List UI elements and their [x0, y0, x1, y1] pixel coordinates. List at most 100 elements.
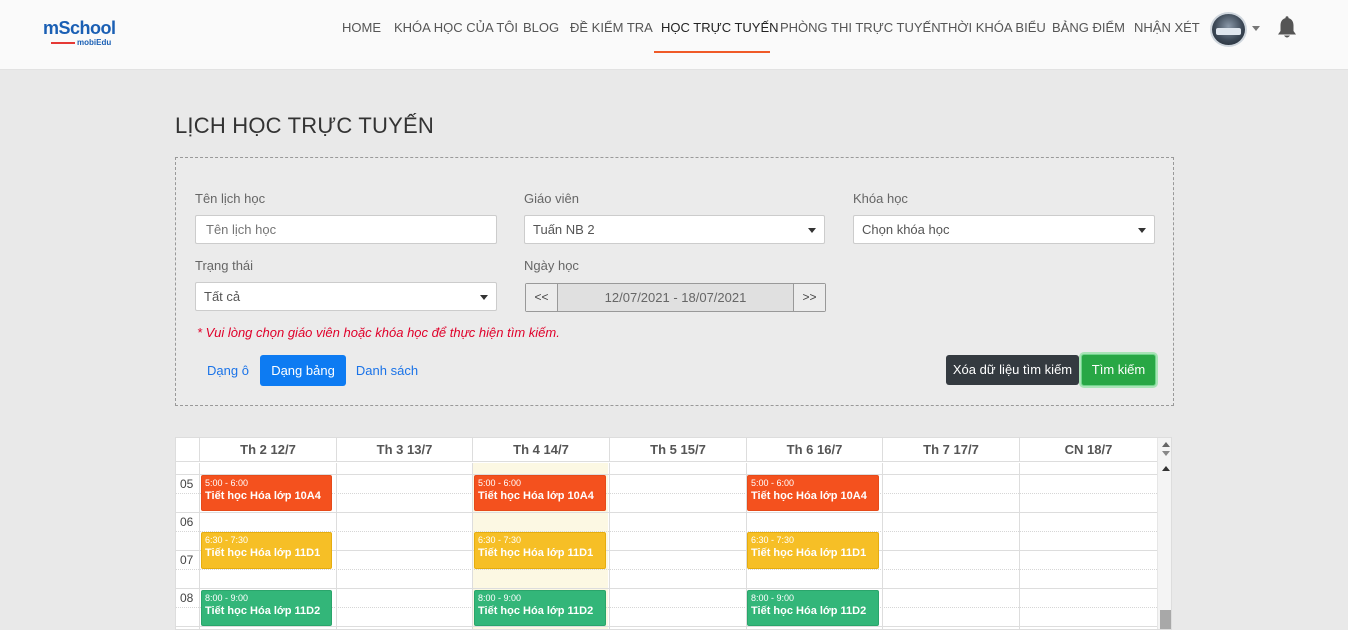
nav-tests[interactable]: ĐỀ KIỂM TRA [570, 20, 653, 35]
mschool-logo[interactable]: mSchool mobiEdu [43, 18, 125, 48]
day-header-tue: Th 3 13/7 [336, 438, 472, 462]
top-header: mSchool mobiEdu HOME KHÓA HỌC CỦA TÔI BL… [0, 0, 1348, 70]
search-warning: * Vui lòng chọn giáo viên hoặc khóa học … [197, 325, 560, 340]
caret-down-icon [480, 295, 488, 300]
prev-week-button[interactable]: << [526, 284, 558, 311]
day-header-thu: Th 5 15/7 [609, 438, 746, 462]
date-range-value[interactable]: 12/07/2021 - 18/07/2021 [558, 284, 793, 311]
calendar-event[interactable]: 8:00 - 9:00 Tiết học Hóa lớp 11D2 [201, 590, 332, 626]
weekly-calendar: Th 2 12/7 Th 3 13/7 Th 4 14/7 Th 5 15/7 … [175, 437, 1172, 630]
event-time: 5:00 - 6:00 [205, 478, 249, 488]
logo-subtext: mobiEdu [77, 38, 112, 47]
scroll-down-icon[interactable] [1162, 451, 1170, 456]
status-label: Trạng thái [195, 258, 254, 273]
calendar-event[interactable]: 5:00 - 6:00 Tiết học Hóa lớp 10A4 [747, 475, 879, 511]
list-view-button[interactable]: Danh sách [350, 355, 424, 386]
calendar-event[interactable]: 6:30 - 7:30 Tiết học Hóa lớp 11D1 [201, 532, 332, 569]
calendar-event[interactable]: 8:00 - 9:00 Tiết học Hóa lớp 11D2 [474, 590, 606, 626]
status-select-value: Tất cả [204, 289, 241, 304]
scrollbar-thumb[interactable] [1160, 610, 1171, 629]
day-header-fri: Th 6 16/7 [746, 438, 882, 462]
event-title: Tiết học Hóa lớp 11D1 [478, 547, 594, 559]
event-time: 6:30 - 7:30 [478, 535, 522, 545]
event-time: 5:00 - 6:00 [478, 478, 522, 488]
column-divider [472, 463, 473, 629]
event-time: 6:30 - 7:30 [205, 535, 249, 545]
logo-text: mSchool [43, 18, 116, 38]
column-divider [609, 463, 610, 629]
event-title: Tiết học Hóa lớp 11D2 [751, 605, 867, 617]
event-time: 6:30 - 7:30 [751, 535, 795, 545]
hour-label: 08 [180, 591, 194, 605]
chevron-down-icon[interactable] [1252, 26, 1260, 31]
hour-line [176, 512, 1157, 513]
schedule-name-label: Tên lịch học [195, 191, 266, 206]
teacher-select[interactable]: Tuấn NB 2 [524, 215, 825, 244]
page-title: LỊCH HỌC TRỰC TUYẾN [175, 113, 434, 138]
event-title: Tiết học Hóa lớp 10A4 [205, 490, 321, 502]
grid-view-button[interactable]: Dạng ô [197, 355, 259, 386]
column-divider [1019, 463, 1020, 629]
calendar-scrollbar[interactable] [1157, 438, 1171, 629]
event-time: 8:00 - 9:00 [205, 593, 249, 603]
calendar-header: Th 2 12/7 Th 3 13/7 Th 4 14/7 Th 5 15/7 … [176, 438, 1157, 462]
status-select[interactable]: Tất cả [195, 282, 497, 311]
course-select[interactable]: Chọn khóa học [853, 215, 1155, 244]
day-header-mon: Th 2 12/7 [199, 438, 336, 462]
hour-label: 06 [180, 515, 194, 529]
nav-my-courses[interactable]: KHÓA HỌC CỦA TÔI [394, 20, 518, 35]
nav-blog[interactable]: BLOG [523, 20, 559, 35]
column-divider [336, 463, 337, 629]
logo-underline [51, 42, 75, 44]
nav-timetable[interactable]: THỜI KHÓA BIỂU [940, 20, 1046, 35]
course-select-value: Chọn khóa học [862, 222, 950, 237]
schedule-name-input[interactable] [195, 215, 497, 244]
column-divider [199, 463, 200, 629]
teacher-label: Giáo viên [524, 191, 579, 206]
clear-search-button[interactable]: Xóa dữ liệu tìm kiếm [946, 355, 1079, 385]
hour-line [176, 588, 1157, 589]
nav-home[interactable]: HOME [342, 20, 381, 35]
event-title: Tiết học Hóa lớp 11D2 [478, 605, 594, 617]
nav-online-exam-room[interactable]: PHÒNG THI TRỰC TUYẾN [780, 20, 941, 35]
calendar-event[interactable]: 8:00 - 9:00 Tiết học Hóa lớp 11D2 [747, 590, 879, 626]
hour-label: 07 [180, 553, 194, 567]
next-week-button[interactable]: >> [793, 284, 825, 311]
event-title: Tiết học Hóa lớp 10A4 [478, 490, 594, 502]
nav-comments[interactable]: NHẬN XÉT [1134, 20, 1200, 35]
teacher-select-value: Tuấn NB 2 [533, 222, 595, 237]
study-date-label: Ngày học [524, 258, 579, 273]
calendar-event[interactable]: 5:00 - 6:00 Tiết học Hóa lớp 10A4 [201, 475, 332, 511]
caret-down-icon [808, 228, 816, 233]
caret-down-icon [1138, 228, 1146, 233]
search-button[interactable]: Tìm kiếm [1081, 354, 1156, 386]
hour-line [176, 626, 1157, 627]
day-header-sat: Th 7 17/7 [882, 438, 1019, 462]
day-header-wed: Th 4 14/7 [472, 438, 609, 462]
half-hour-line [176, 569, 1157, 570]
bell-icon[interactable] [1276, 16, 1298, 40]
calendar-body: 05 06 07 08 5:00 - 6:00 Tiết học Hóa lớp… [176, 463, 1157, 629]
column-divider [882, 463, 883, 629]
calendar-event[interactable]: 6:30 - 7:30 Tiết học Hóa lớp 11D1 [747, 532, 879, 569]
event-time: 5:00 - 6:00 [751, 478, 795, 488]
scroll-up-arrow-icon[interactable] [1162, 466, 1170, 471]
nav-online-learning[interactable]: HỌC TRỰC TUYẾN [661, 20, 779, 35]
date-range-picker: << 12/07/2021 - 18/07/2021 >> [525, 283, 826, 312]
nav-scoreboard[interactable]: BẢNG ĐIỂM [1052, 20, 1125, 35]
event-time: 8:00 - 9:00 [751, 593, 795, 603]
day-header-sun: CN 18/7 [1019, 438, 1157, 462]
hour-label: 05 [180, 477, 194, 491]
search-filter-panel: Tên lịch học Giáo viên Tuấn NB 2 Khóa họ… [175, 157, 1174, 406]
course-label: Khóa học [853, 191, 908, 206]
event-title: Tiết học Hóa lớp 11D1 [751, 547, 867, 559]
nav-active-underline [654, 51, 770, 53]
calendar-event[interactable]: 5:00 - 6:00 Tiết học Hóa lớp 10A4 [474, 475, 606, 511]
event-title: Tiết học Hóa lớp 10A4 [751, 490, 867, 502]
table-view-button[interactable]: Dạng bảng [260, 355, 346, 386]
calendar-event[interactable]: 6:30 - 7:30 Tiết học Hóa lớp 11D1 [474, 532, 606, 569]
user-avatar[interactable] [1210, 12, 1247, 47]
scroll-up-icon[interactable] [1162, 442, 1170, 447]
event-title: Tiết học Hóa lớp 11D1 [205, 547, 321, 559]
event-title: Tiết học Hóa lớp 11D2 [205, 605, 321, 617]
